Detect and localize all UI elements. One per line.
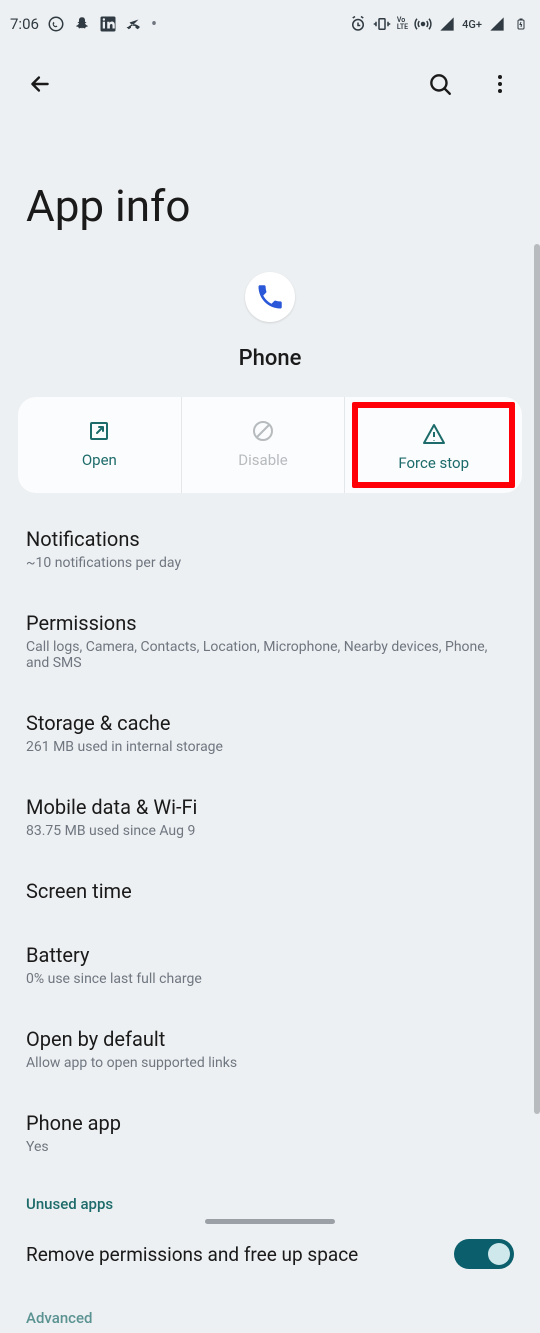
status-time: 7:06 [10,15,39,33]
screen-time-item[interactable]: Screen time [26,859,514,923]
missed-call-icon [125,15,143,33]
disable-label: Disable [182,451,345,469]
settings-list: Notifications ~10 notifications per day … [0,493,540,1333]
setting-sub: Allow app to open supported links [26,1055,514,1071]
app-name: Phone [0,346,540,371]
page-title: App info [0,120,540,272]
setting-sub: ~10 notifications per day [26,555,514,571]
setting-title: Open by default [26,1027,514,1051]
permissions-item[interactable]: Permissions Call logs, Camera, Contacts,… [26,591,514,691]
toggle-knob [488,1243,510,1265]
more-options-button[interactable] [480,64,520,104]
scrollbar[interactable] [534,244,540,1114]
remove-permissions-toggle[interactable] [454,1239,514,1269]
mobile-data-item[interactable]: Mobile data & Wi-Fi 83.75 MB used since … [26,775,514,859]
force-stop-label: Force stop [358,454,509,472]
remove-permissions-label: Remove permissions and free up space [26,1243,358,1266]
warning-icon [358,420,509,448]
whatsapp-icon [47,15,65,33]
force-stop-button[interactable]: Force stop [352,402,515,488]
setting-title: Mobile data & Wi-Fi [26,795,514,819]
signal-2-icon [488,15,506,33]
setting-title: Battery [26,943,514,967]
status-dot-icon: • [151,14,157,35]
hotspot-icon [414,15,432,33]
advanced-section[interactable]: Advanced [26,1289,514,1333]
phone-app-icon [245,272,295,322]
open-icon [18,417,181,445]
battery-item[interactable]: Battery 0% use since last full charge [26,923,514,1007]
action-row: Open Disable Force stop [18,397,522,493]
setting-title: Phone app [26,1111,514,1135]
setting-sub: Call logs, Camera, Contacts, Location, M… [26,639,514,671]
setting-sub: 261 MB used in internal storage [26,739,514,755]
open-label: Open [18,451,181,469]
app-header: Phone [0,272,540,397]
force-stop-button-container: Force stop [345,397,522,493]
network-type: 4G+ [462,18,482,31]
setting-sub: 0% use since last full charge [26,971,514,987]
phone-app-item[interactable]: Phone app Yes [26,1091,514,1175]
storage-item[interactable]: Storage & cache 261 MB used in internal … [26,691,514,775]
nav-pill[interactable] [205,1219,335,1224]
back-button[interactable] [20,64,60,104]
setting-title: Storage & cache [26,711,514,735]
status-bar: 7:06 • Vo LTE 4G+ [0,0,540,48]
setting-title: Notifications [26,527,514,551]
app-bar [0,48,540,120]
battery-icon [512,15,530,33]
notifications-item[interactable]: Notifications ~10 notifications per day [26,507,514,591]
vibrate-icon [373,15,391,33]
setting-sub: 83.75 MB used since Aug 9 [26,823,514,839]
snapchat-icon [73,15,91,33]
disable-button: Disable [182,397,346,493]
search-button[interactable] [420,64,460,104]
unused-apps-section: Unused apps [26,1175,514,1219]
setting-title: Screen time [26,879,514,903]
linkedin-icon [99,15,117,33]
setting-title: Permissions [26,611,514,635]
open-button[interactable]: Open [18,397,182,493]
signal-1-icon [438,15,456,33]
disable-icon [182,417,345,445]
open-by-default-item[interactable]: Open by default Allow app to open suppor… [26,1007,514,1091]
setting-sub: Yes [26,1139,514,1155]
alarm-icon [349,15,367,33]
volte-icon: Vo LTE [397,17,408,31]
